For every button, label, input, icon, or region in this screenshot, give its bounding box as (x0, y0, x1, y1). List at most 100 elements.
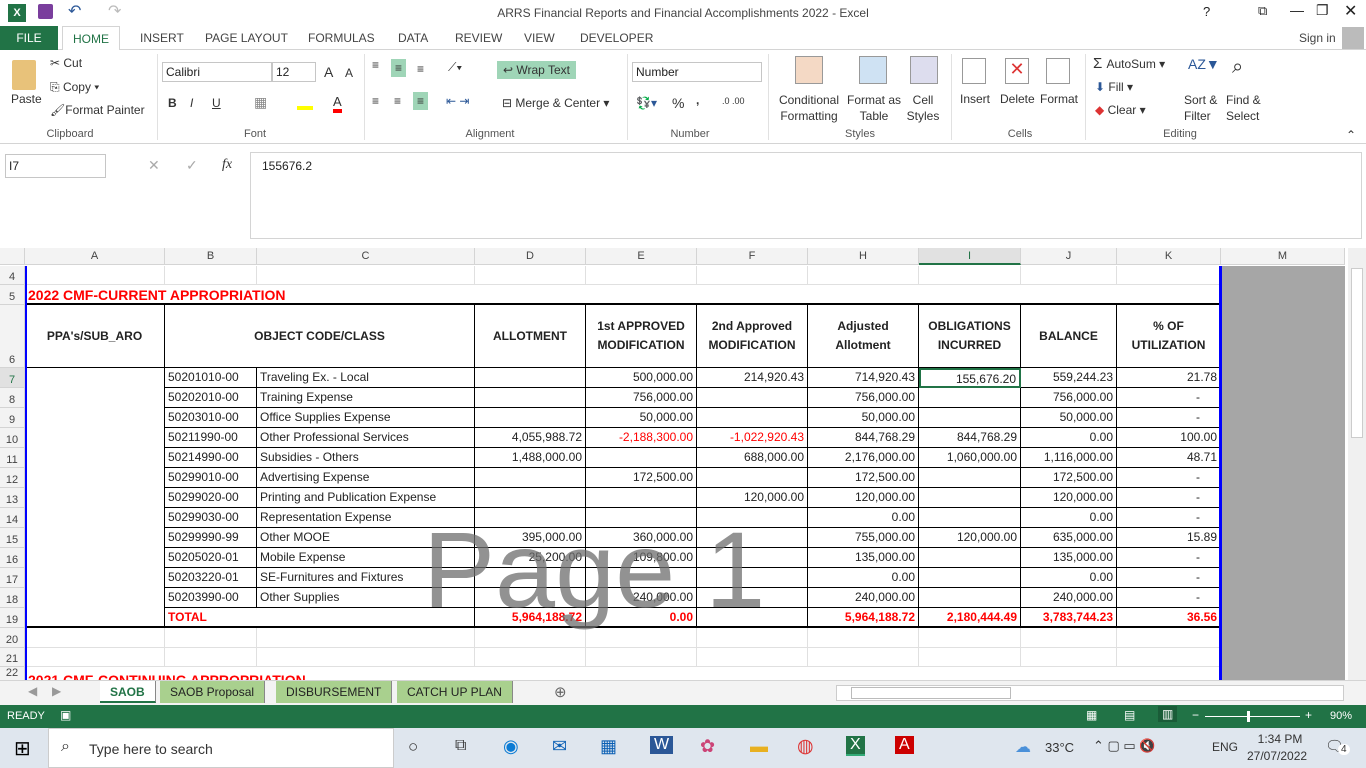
cell[interactable]: Printing and Publication Expense (257, 488, 475, 508)
cell[interactable]: 844,768.29 (808, 428, 919, 448)
row-header-9[interactable]: 9 (0, 408, 25, 428)
percent-button[interactable]: % (672, 95, 684, 111)
cell[interactable]: -2,188,300.00 (586, 428, 697, 448)
paste-button[interactable]: Paste (11, 92, 42, 106)
clock-date[interactable]: 27/07/2022 (1247, 749, 1307, 763)
cell[interactable]: 21.78 (1117, 368, 1221, 388)
cell[interactable]: - (1117, 508, 1221, 528)
italic-button[interactable]: I (190, 96, 193, 110)
cell[interactable] (165, 266, 257, 285)
chrome-icon[interactable]: ◍ (797, 735, 814, 758)
insert-button[interactable]: Insert (960, 92, 990, 106)
add-sheet-icon[interactable]: ⊕ (554, 683, 567, 701)
cell[interactable]: 1,488,000.00 (475, 448, 586, 468)
cell[interactable]: 844,768.29 (919, 428, 1021, 448)
formula-input[interactable]: 155676.2 (250, 152, 1362, 239)
tab-home[interactable]: HOME (62, 26, 120, 51)
cell[interactable] (25, 628, 165, 648)
column-header-B[interactable]: B (165, 248, 257, 265)
copy-button[interactable]: ⎘ Copy ▾ (50, 80, 99, 95)
orientation-icon[interactable]: ⟋▾ (448, 60, 462, 75)
cell[interactable]: 714,920.43 (808, 368, 919, 388)
row-header-11[interactable]: 11 (0, 448, 25, 468)
next-sheet-icon[interactable]: ▶ (52, 684, 61, 698)
align-left-icon[interactable]: ≡ (372, 94, 379, 108)
cell[interactable]: 15.89 (1117, 528, 1221, 548)
cell[interactable]: Subsidies - Others (257, 448, 475, 468)
cut-button[interactable]: ✂ Cut (50, 56, 82, 70)
cell[interactable]: 50,000.00 (586, 408, 697, 428)
comma-button[interactable]: , (696, 93, 699, 107)
cell[interactable]: 635,000.00 (1021, 528, 1117, 548)
column-header-H[interactable]: H (808, 248, 919, 265)
column-header-M[interactable]: M (1221, 248, 1345, 265)
decimal-icons[interactable]: .0 .00 (722, 96, 745, 106)
tab-review[interactable]: REVIEW (445, 26, 512, 50)
cell[interactable]: 688,000.00 (697, 448, 808, 468)
worksheet-grid[interactable]: A B C D E F H I J K M 4 5 6 7 8 9 10 11 12 13 14 15 16 17 18 19 20 2… (0, 248, 1345, 680)
cell[interactable] (475, 488, 586, 508)
delete-cells-icon[interactable]: ✕ (1005, 58, 1029, 84)
ppa-cell[interactable] (25, 368, 165, 628)
column-header-I[interactable]: I (919, 248, 1021, 265)
cancel-icon[interactable]: ✕ (148, 157, 160, 174)
zoom-in-button[interactable]: + (1305, 708, 1312, 722)
close-button[interactable]: ✕ (1344, 1, 1357, 21)
header-cell[interactable]: 1st APPROVED MODIFICATION (586, 305, 697, 368)
excel-taskbar-icon[interactable]: X (846, 736, 865, 756)
format-table-icon[interactable] (859, 56, 887, 84)
tray-icons[interactable]: ⌃ ▢ ▭ 🔇 (1093, 738, 1155, 754)
cell[interactable]: 50201010-00 (165, 368, 257, 388)
cell[interactable]: 0.00 (1021, 428, 1117, 448)
cell[interactable]: Other Professional Services (257, 428, 475, 448)
total-cell[interactable]: 3,783,744.23 (1021, 608, 1117, 628)
cell[interactable] (257, 648, 475, 667)
zoom-out-button[interactable]: − (1192, 708, 1199, 722)
windows-start-icon[interactable]: ⊞ (14, 736, 31, 761)
cell[interactable]: 50202010-00 (165, 388, 257, 408)
format-as-table-button[interactable]: Format as Table (845, 92, 903, 124)
wrap-text-button[interactable]: ↩ Wrap Text (497, 61, 576, 79)
column-header-C[interactable]: C (257, 248, 475, 265)
cell[interactable] (919, 568, 1021, 588)
find-select-button[interactable]: Find & Select (1226, 92, 1268, 124)
conditional-formatting-button[interactable]: Conditional Formatting (776, 92, 842, 124)
store-icon[interactable]: ▦ (600, 736, 617, 757)
section-title[interactable]: 2022 CMF-CURRENT APPROPRIATION (25, 285, 1221, 305)
number-format-select[interactable]: Number (632, 62, 762, 82)
cell[interactable] (919, 588, 1021, 608)
cell-styles-button[interactable]: Cell Styles (902, 92, 944, 124)
row-header-22[interactable]: 22 (0, 667, 25, 680)
cell[interactable]: Traveling Ex. - Local (257, 368, 475, 388)
header-cell[interactable]: ALLOTMENT (475, 305, 586, 368)
cell[interactable] (586, 648, 697, 667)
cell[interactable] (1021, 266, 1117, 285)
sheet-tab-saob[interactable]: SAOB (100, 681, 156, 703)
cell[interactable]: - (1117, 388, 1221, 408)
borders-icon[interactable]: ▦ (254, 94, 267, 111)
cell[interactable]: Advertising Expense (257, 468, 475, 488)
delete-button[interactable]: Delete (1000, 92, 1035, 106)
cell[interactable]: 50214990-00 (165, 448, 257, 468)
cell[interactable] (697, 408, 808, 428)
temperature[interactable]: 33°C (1045, 740, 1074, 755)
cell[interactable]: 1,116,000.00 (1021, 448, 1117, 468)
cell[interactable]: 50299010-00 (165, 468, 257, 488)
row-header-20[interactable]: 20 (0, 628, 25, 648)
underline-button[interactable]: U (212, 96, 221, 110)
total-cell[interactable]: 2,180,444.49 (919, 608, 1021, 628)
tab-file[interactable]: FILE (0, 26, 58, 50)
row-header-6[interactable]: 6 (0, 305, 25, 368)
sheet-tab-disbursement[interactable]: DISBURSEMENT (276, 681, 393, 703)
row-header-19[interactable]: 19 (0, 608, 25, 628)
cell[interactable] (1021, 648, 1117, 667)
cell[interactable] (697, 648, 808, 667)
row-header-12[interactable]: 12 (0, 468, 25, 488)
cell[interactable] (919, 266, 1021, 285)
header-cell[interactable]: % OF UTILIZATION (1117, 305, 1221, 368)
font-size-select[interactable]: 12 (272, 62, 316, 82)
cell[interactable]: 120,000.00 (808, 488, 919, 508)
ribbon-display-icon[interactable]: ⧉ (1258, 3, 1267, 19)
cell[interactable]: - (1117, 548, 1221, 568)
cell[interactable] (697, 468, 808, 488)
